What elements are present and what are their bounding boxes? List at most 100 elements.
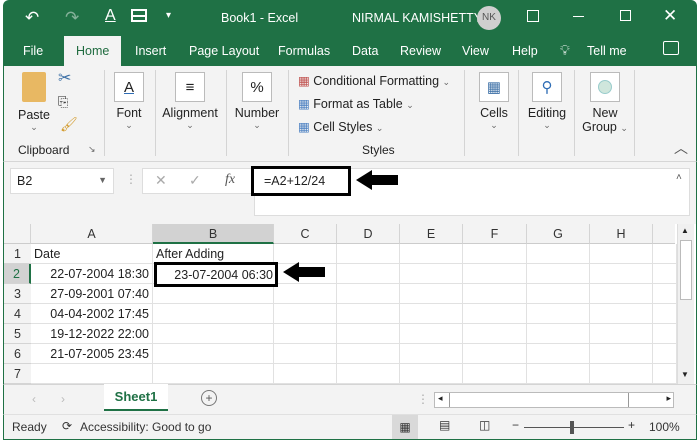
cell-d3[interactable] xyxy=(337,284,400,304)
normal-view-icon[interactable]: ▦ xyxy=(392,415,418,439)
cell-a2[interactable]: 22-07-2004 18:30 xyxy=(31,264,153,284)
cell-styles-button[interactable]: ▦ Cell Styles ⌄ xyxy=(298,119,383,134)
cell-b4[interactable] xyxy=(153,304,274,324)
tab-page-layout[interactable]: Page Layout xyxy=(189,44,259,58)
tab-formulas[interactable]: Formulas xyxy=(278,44,330,58)
user-name[interactable]: NIRMAL KAMISHETTY xyxy=(352,11,482,25)
cell-f5[interactable] xyxy=(463,324,527,344)
font-color-icon[interactable]: A xyxy=(105,7,116,25)
vertical-scroll-thumb[interactable] xyxy=(680,240,692,300)
cell-g1[interactable] xyxy=(527,244,590,264)
cell-h1[interactable] xyxy=(590,244,653,264)
column-header-d[interactable]: D xyxy=(337,224,400,244)
cell-h2[interactable] xyxy=(590,264,653,284)
cell-g5[interactable] xyxy=(527,324,590,344)
cell-g7[interactable] xyxy=(527,364,590,384)
tab-data[interactable]: Data xyxy=(352,44,378,58)
cell-c5[interactable] xyxy=(274,324,337,344)
cell-d5[interactable] xyxy=(337,324,400,344)
minimize-icon[interactable] xyxy=(573,16,584,17)
customize-toolbar-icon[interactable]: ▾ xyxy=(166,10,171,21)
accessibility-status[interactable]: Accessibility: Good to go xyxy=(80,420,211,434)
cell-e1[interactable] xyxy=(400,244,463,264)
row-header-1[interactable]: 1 xyxy=(4,244,31,264)
cell-d4[interactable] xyxy=(337,304,400,324)
maximize-icon[interactable] xyxy=(620,10,631,21)
cell-i1[interactable] xyxy=(653,244,677,264)
tab-file[interactable]: File xyxy=(23,44,43,58)
row-header-5[interactable]: 5 xyxy=(4,324,31,344)
add-sheet-icon[interactable]: + xyxy=(201,390,217,406)
zoom-level[interactable]: 100% xyxy=(649,420,680,434)
cell-a7[interactable] xyxy=(31,364,153,384)
borders-icon[interactable] xyxy=(131,9,147,22)
worksheet-grid[interactable]: A B C D E F G H 1 Date After Adding 2 22-07-… xyxy=(3,224,697,384)
cell-i2[interactable] xyxy=(653,264,677,284)
cell-h4[interactable] xyxy=(590,304,653,324)
cell-e5[interactable] xyxy=(400,324,463,344)
cell-e3[interactable] xyxy=(400,284,463,304)
cell-f4[interactable] xyxy=(463,304,527,324)
cell-d6[interactable] xyxy=(337,344,400,364)
enter-icon[interactable]: ✓ xyxy=(189,172,201,189)
comments-icon[interactable] xyxy=(663,41,679,55)
cell-f7[interactable] xyxy=(463,364,527,384)
alignment-button[interactable]: ≡ Alignment ⌄ xyxy=(159,72,221,131)
format-as-table-button[interactable]: ▦ Format as Table ⌄ xyxy=(298,96,414,111)
cell-b2-selected[interactable]: 23-07-2004 06:30 xyxy=(154,262,278,287)
cell-g2[interactable] xyxy=(527,264,590,284)
scroll-up-icon[interactable]: ▲ xyxy=(681,226,689,235)
horizontal-scroll-thumb[interactable] xyxy=(449,393,629,407)
cell-a4[interactable]: 04-04-2002 17:45 xyxy=(31,304,153,324)
cell-f1[interactable] xyxy=(463,244,527,264)
scroll-down-icon[interactable]: ▼ xyxy=(681,370,689,379)
column-header-g[interactable]: G xyxy=(527,224,590,244)
cell-f3[interactable] xyxy=(463,284,527,304)
row-header-3[interactable]: 3 xyxy=(4,284,31,304)
cell-b3[interactable] xyxy=(153,284,274,304)
editing-button[interactable]: ⚲ Editing ⌄ xyxy=(524,72,570,131)
row-header-4[interactable]: 4 xyxy=(4,304,31,324)
cell-e4[interactable] xyxy=(400,304,463,324)
cell-d7[interactable] xyxy=(337,364,400,384)
tab-view[interactable]: View xyxy=(462,44,489,58)
zoom-in-icon[interactable]: + xyxy=(628,418,635,432)
sheet-tab-sheet1[interactable]: Sheet1 xyxy=(104,384,168,411)
tab-home[interactable]: Home xyxy=(64,36,122,66)
name-box[interactable]: B2 ▼ xyxy=(10,168,114,194)
tab-insert[interactable]: Insert xyxy=(135,44,166,58)
format-painter-icon[interactable]: 🖌︎ xyxy=(60,116,78,133)
prev-sheet-icon[interactable]: ‹ xyxy=(32,392,36,406)
cell-a6[interactable]: 21-07-2005 23:45 xyxy=(31,344,153,364)
cell-b6[interactable] xyxy=(153,344,274,364)
avatar[interactable]: NK xyxy=(477,6,501,30)
cell-i6[interactable] xyxy=(653,344,677,364)
undo-icon[interactable]: ↶ xyxy=(25,8,39,28)
cell-g4[interactable] xyxy=(527,304,590,324)
cell-g3[interactable] xyxy=(527,284,590,304)
cell-c7[interactable] xyxy=(274,364,337,384)
cell-h5[interactable] xyxy=(590,324,653,344)
column-header-b[interactable]: B xyxy=(153,224,274,244)
close-icon[interactable]: ✕ xyxy=(663,6,677,26)
column-header-e[interactable]: E xyxy=(400,224,463,244)
cancel-icon[interactable]: ✕ xyxy=(155,172,167,189)
redo-icon[interactable]: ↷ xyxy=(65,8,79,28)
conditional-formatting-button[interactable]: ▦ Conditional Formatting ⌄ xyxy=(298,73,450,88)
column-header-h[interactable]: H xyxy=(590,224,653,244)
cell-h7[interactable] xyxy=(590,364,653,384)
scroll-right-icon[interactable]: ▸ xyxy=(666,393,671,404)
number-button[interactable]: % Number ⌄ xyxy=(231,72,283,131)
cell-d1[interactable] xyxy=(337,244,400,264)
row-header-7[interactable]: 7 xyxy=(4,364,31,384)
dialog-launcher-icon[interactable]: ↘ xyxy=(88,144,96,155)
zoom-slider-thumb[interactable] xyxy=(570,421,574,434)
cell-f6[interactable] xyxy=(463,344,527,364)
cell-h6[interactable] xyxy=(590,344,653,364)
row-header-6[interactable]: 6 xyxy=(4,344,31,364)
column-header-f[interactable]: F xyxy=(463,224,527,244)
new-group-button[interactable]: New Group ⌄ xyxy=(579,72,631,134)
font-button[interactable]: A Font ⌄ xyxy=(109,72,149,131)
cell-c3[interactable] xyxy=(274,284,337,304)
cell-c6[interactable] xyxy=(274,344,337,364)
